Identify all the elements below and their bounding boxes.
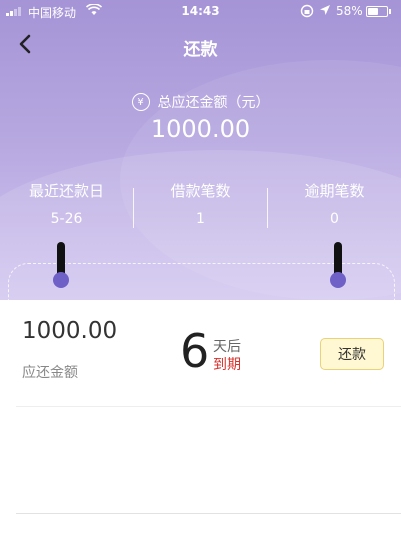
divider xyxy=(16,513,401,514)
bill-card: 1000.00 应还金额 6 天后 到期 还款 xyxy=(0,300,401,535)
rotation-lock-icon xyxy=(300,4,314,21)
battery-fill xyxy=(368,8,378,15)
due-label: 到期 xyxy=(213,357,241,373)
yen-icon: ¥ xyxy=(131,93,150,111)
total-label: 总应还金额（元） xyxy=(157,95,270,111)
stat-divider xyxy=(133,188,134,228)
stat-loan-count: 借款笔数 1 xyxy=(134,180,267,227)
total-amount: 1000.00 xyxy=(150,115,251,143)
page-title: 还款 xyxy=(183,40,218,60)
stat-label: 最近还款日 xyxy=(28,182,104,200)
stat-value: 5-26 xyxy=(50,211,83,227)
status-bar: 中国移动 14:43 58% xyxy=(0,0,401,22)
stat-divider xyxy=(267,188,268,228)
stat-latest-due: 最近还款日 5-26 xyxy=(0,180,133,227)
ticket-pin-icon xyxy=(53,242,69,288)
divider xyxy=(16,406,401,407)
bill-amount: 1000.00 xyxy=(22,318,118,344)
days-suffix: 天后 xyxy=(213,339,241,355)
repay-button[interactable]: 还款 xyxy=(320,338,384,370)
stat-label: 借款笔数 xyxy=(170,182,231,200)
days-until-due: 6 xyxy=(180,324,210,378)
stat-value: 0 xyxy=(330,211,339,227)
stat-overdue-count: 逾期笔数 0 xyxy=(268,180,401,227)
ticket-pin-icon xyxy=(330,242,346,288)
location-icon xyxy=(319,4,331,19)
battery-percent: 58% xyxy=(336,4,363,18)
stat-value: 1 xyxy=(196,211,205,227)
stats-row: 最近还款日 5-26 借款笔数 1 逾期笔数 0 xyxy=(0,180,401,230)
total-label-row: ¥ 总应还金额（元） xyxy=(0,92,401,112)
bill-amount-label: 应还金额 xyxy=(22,365,78,381)
stat-label: 逾期笔数 xyxy=(304,182,365,200)
battery-icon xyxy=(366,6,391,17)
